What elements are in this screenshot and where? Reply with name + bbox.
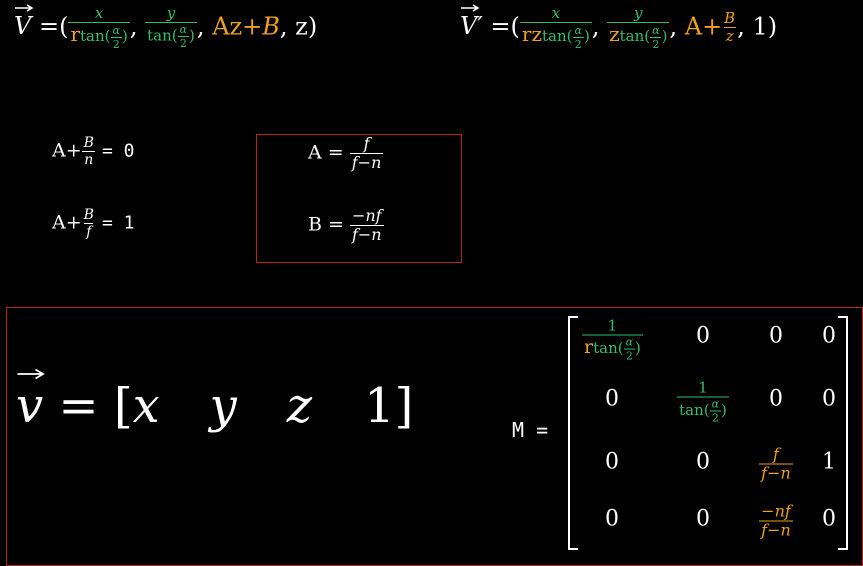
matrix-r3c1: 0 [605,449,619,475]
vector-arrow-icon [17,368,45,380]
matrix-r2c4: 0 [822,386,836,412]
vector-arrow-icon [461,4,480,12]
vector-symbol-v-prime: V′ [460,4,483,40]
matrix-r3c3: f f−n [759,444,793,483]
equals-paren: =( [38,12,69,41]
system-row-2: A+ Bf = 1 [52,207,135,240]
matrix-r4c4: 0 [822,506,836,532]
vector-v-row: v = [x y z 1] [16,368,413,434]
vector-arrow-icon [15,4,34,12]
solution-a: A = f f−n [308,134,384,172]
matrix-r1c4: 0 [822,323,836,349]
a-term: A [684,12,703,41]
r-term: r [70,22,81,46]
matrix-r3c2: 0 [696,449,710,475]
system-row-1: A+ Bn = 0 [52,135,135,168]
fraction-x-over-rtan: x rtan(α 2) [68,4,130,51]
tan-term: tan [80,27,105,45]
numerator-y: y [166,4,176,23]
matrix-r1c3: 0 [769,323,783,349]
matrix-r1c1: 1 rtan(α 2) [582,316,643,363]
az-term: Az [212,12,243,41]
fraction-y-over-ztan: y ztan(α 2) [607,4,670,51]
fraction-y-over-tan: y tan(α 2) [145,4,197,51]
equation-v-prime-top-right: V′ =( x rztan(α 2) , y ztan(α 2) , A+ Bz, 1… [460,4,778,51]
equation-v-top-left: V =( x rtan(α 2) , y tan(α 2) , Az+B, z) [14,4,318,51]
matrix-label: M = [512,418,549,442]
matrix-r2c2: 1 tan(α 2) [677,378,729,425]
z-term: z [609,22,620,46]
matrix-r1c2: 0 [696,323,710,349]
matrix-section-box [6,307,863,566]
numerator-x: x [94,4,104,22]
solution-b: B = −nf f−n [308,206,384,244]
matrix-r4c2: 0 [696,506,710,532]
matrix-left-bracket [568,316,578,550]
matrix-r4c3: −nf f−n [759,501,793,540]
vector-symbol-v: V [14,4,34,40]
matrix-r2c1: 0 [605,386,619,412]
matrix-r4c1: 0 [605,506,619,532]
b-term: B [262,12,280,41]
fraction-x-over-rztan: x rztan(α 2) [519,4,592,51]
vector-symbol-v-lower: v [16,368,45,434]
matrix-r3c4: 1 [822,449,836,475]
fraction-b-over-z: Bz [723,9,736,46]
z-close: , z) [279,12,318,41]
rz-term: rz [521,22,543,46]
matrix-r2c3: 0 [769,386,783,412]
